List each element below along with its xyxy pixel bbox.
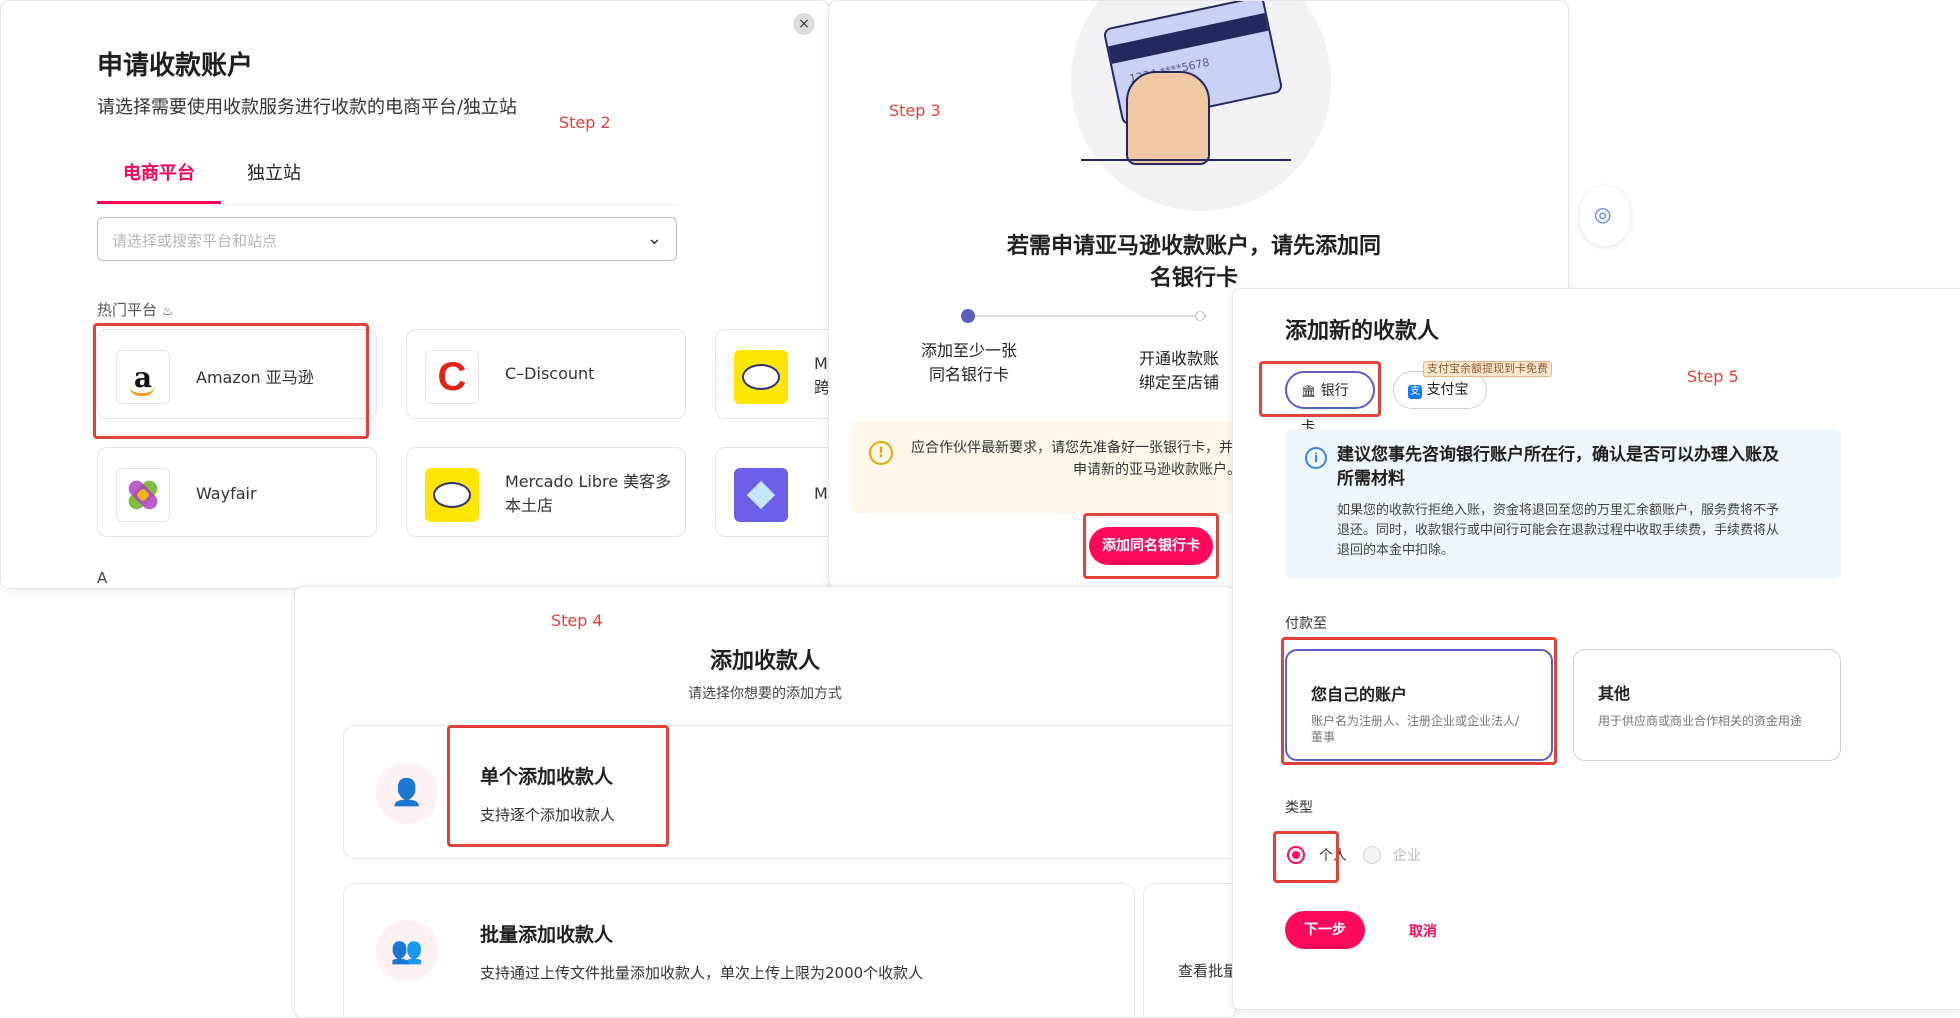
advice-body-line2: 退还。同时，收款银行或中间行可能会在退款过程中收取手续费，手续费将从 [1337,523,1780,538]
chevron-down-icon[interactable]: ⌄ [647,228,662,249]
type-label: 类型 [1285,800,1313,816]
mercado-logo-icon [425,468,479,522]
platform-tabs: 电商平台 独立站 [97,151,677,205]
gem-icon [746,480,776,510]
platform-name-line2: 本土店 [505,496,554,515]
bank-card-illustration: 1234 ****5678 [1071,1,1331,211]
dialog-title: 申请收款账户 [97,51,254,81]
flame-icon: ♨ [161,304,174,319]
progress-track [967,315,1207,317]
radio-business-label[interactable]: 企业 [1393,845,1421,865]
highlight-add-card-button [1083,513,1219,579]
highlight-amazon [93,323,369,439]
advice-title-line2: 所需材料 [1337,469,1405,489]
handshake-icon [742,364,780,390]
platform-name-line1: M [814,354,828,373]
alipay-tab-label: 支付宝 [1426,382,1469,398]
hot-platforms-label: 热门平台 ♨ [97,299,173,320]
lens-icon[interactable]: ◎ [1594,202,1611,226]
platform-card-cdiscount[interactable]: C C–Discount [406,329,686,419]
platform-name: C–Discount [505,364,595,383]
highlight-single-add [447,725,669,847]
multi-user-icon: 👥 [376,920,438,982]
step-5-label: Step 5 [1687,367,1739,386]
apply-account-dialog: × 申请收款账户 请选择需要使用收款服务进行收款的电商平台/独立站 Step 2… [0,0,830,589]
mercado-logo-icon [734,350,788,404]
batch-add-option[interactable]: 👥 批量添加收款人 支持通过上传文件批量添加收款人，单次上传上限为2000个收款… [343,883,1135,1017]
new-payee-title: 添加新的收款人 [1285,319,1440,344]
platform-name: Wayfair [196,484,257,503]
info-icon: i [1305,447,1327,469]
step2-line2: 绑定至店铺 [1139,373,1220,392]
highlight-personal-radio [1273,831,1339,883]
single-user-icon: 👤 [376,762,438,824]
platform-name: M [814,484,828,503]
alipay-icon: 支 [1408,385,1422,399]
cdiscount-logo-icon: C [425,350,479,404]
cancel-button[interactable]: 取消 [1409,921,1437,941]
add-payee-title: 添加收款人 [709,649,820,674]
pay-to-label: 付款至 [1285,616,1327,632]
hand-icon [1126,71,1210,165]
radio-business[interactable] [1363,846,1381,864]
step2-line1: 开通收款账 [1139,349,1220,368]
cdiscount-logo-letter: C [437,354,467,399]
platform-name: Mercado Libre 美客多 本土店 [505,470,671,518]
notice-line1: 应合作伙伴最新要求，请您先准备好一张银行卡，并 [911,440,1233,456]
add-payee-subtitle: 请选择你想要的添加方式 [688,686,842,702]
bank-card-title: 若需申请亚马逊收款账户，请先添加同 名银行卡 [969,231,1419,295]
highlight-own-account [1281,637,1557,765]
view-batch-text: 查看批量 [1178,962,1236,980]
option-other[interactable]: 其他 用于供应商或商业合作相关的资金用途 [1573,649,1841,761]
purple-platform-logo-icon [734,468,788,522]
advice-body-line3: 退回的本金中扣除。 [1337,543,1455,558]
search-placeholder: 请选择或搜索平台和站点 [112,232,278,250]
add-new-payee-dialog: 添加新的收款人 Step 5 🏛 银行卡 支 支付宝 支付宝余额提现到卡免费 i… [1232,288,1960,1010]
step-2-label: Step 2 [559,113,611,132]
progress-step-1-label: 添加至少一张 同名银行卡 [911,339,1027,387]
view-batch-option[interactable]: 查看批量 [1143,883,1236,1017]
progress-step-2-dot [1195,311,1205,321]
next-step-button[interactable]: 下一步 [1285,911,1365,949]
step1-line1: 添加至少一张 [920,341,1017,360]
platform-card-purple[interactable]: M [715,447,829,537]
alipay-free-badge: 支付宝余额提现到卡免费 [1423,361,1552,377]
platform-name-line1: Mercado Libre 美客多 [505,472,672,491]
other-desc: 用于供应商或商业合作相关的资金用途 [1598,714,1803,728]
progress-step-1-dot [961,309,975,323]
warning-icon: ! [869,441,893,465]
batch-add-desc: 支持通过上传文件批量添加收款人，单次上传上限为2000个收款人 [480,964,924,982]
platform-card-mercado-cross[interactable]: M 跨 [715,329,829,419]
other-title: 其他 [1598,684,1631,703]
close-icon[interactable]: × [793,13,815,35]
advice-body-line1: 如果您的收款行拒绝入账，资金将退回至您的万里汇余额账户，服务费将不予 [1337,503,1780,518]
hot-label-text: 热门平台 [97,301,158,319]
progress-step-2-label: 开通收款账 绑定至店铺 [1139,347,1239,395]
tab-independent-site[interactable]: 独立站 [221,151,327,204]
highlight-bank-tab [1259,361,1381,417]
wayfair-flower-icon [125,477,161,513]
platform-card-wayfair[interactable]: Wayfair [97,447,377,537]
add-payee-dialog: Step 4 添加收款人 请选择你想要的添加方式 👤 单个添加收款人 支持逐个添… [294,586,1236,1018]
dialog-subtitle: 请选择需要使用收款服务进行收款的电商平台/独立站 [97,97,518,118]
platform-card-mercado-local[interactable]: Mercado Libre 美客多 本土店 [406,447,686,537]
notice-line2: 申请新的亚马逊收款账户。有 [1073,462,1255,478]
batch-add-title: 批量添加收款人 [480,924,614,946]
advice-title: 建议您事先咨询银行账户所在行，确认是否可以办理入账及 所需材料 [1337,443,1779,491]
step-4-label: Step 4 [551,611,603,630]
advice-body: 如果您的收款行拒绝入账，资金将退回至您的万里汇余额账户，服务费将不予 退还。同时… [1337,501,1779,561]
alpha-section-a: A [97,569,108,587]
wayfair-logo-icon [116,468,170,522]
step-3-label: Step 3 [889,101,941,120]
tab-ecommerce[interactable]: 电商平台 [97,151,221,204]
bank-advice-box: i 建议您事先咨询银行账户所在行，确认是否可以办理入账及 所需材料 如果您的收款… [1285,429,1841,579]
title-line2: 名银行卡 [1149,266,1238,291]
handshake-icon [433,482,471,508]
platform-search-input[interactable]: 请选择或搜索平台和站点 ⌄ [97,217,677,261]
title-line1: 若需申请亚马逊收款账户，请先添加同 [1006,234,1381,259]
advice-title-line1: 建议您事先咨询银行账户所在行，确认是否可以办理入账及 [1337,445,1779,465]
step1-line2: 同名银行卡 [928,365,1009,384]
